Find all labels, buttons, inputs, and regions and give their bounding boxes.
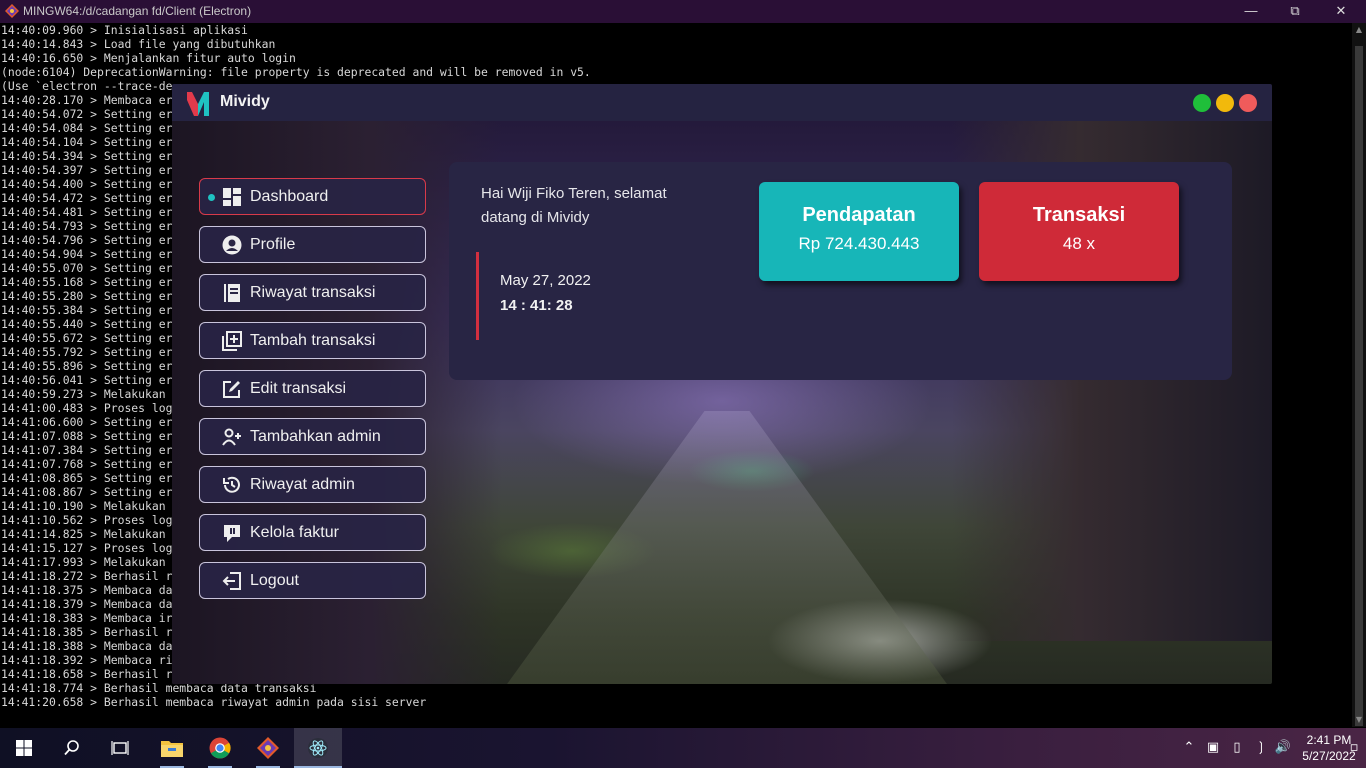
mividy-app-window: Mividy Dashboard Profile Riwayat transak… xyxy=(172,84,1272,684)
nav-label-kelola-faktur: Kelola faktur xyxy=(250,524,339,541)
terminal-line: 14:40:14.843 > Load file yang dibutuhkan xyxy=(1,37,276,51)
current-time: 14 : 41: 28 xyxy=(500,297,573,314)
invoice-icon xyxy=(224,525,240,542)
card-title: Pendapatan xyxy=(802,204,916,226)
terminal-line: 14:40:16.650 > Menjalankan fitur auto lo… xyxy=(1,51,296,65)
user-plus-icon xyxy=(222,428,241,446)
logout-icon xyxy=(222,572,241,590)
terminal-scrollbar[interactable]: ▲ ▼ xyxy=(1352,23,1366,727)
book-icon xyxy=(224,284,240,302)
active-indicator xyxy=(208,194,215,201)
start-button[interactable] xyxy=(0,728,48,768)
app-title: Mividy xyxy=(220,93,270,110)
nav-label-dashboard: Dashboard xyxy=(250,188,329,205)
nav-riwayat-admin[interactable]: Riwayat admin xyxy=(199,466,426,503)
add-copy-icon xyxy=(222,331,242,351)
scroll-thumb[interactable] xyxy=(1355,46,1363,726)
current-date: May 27, 2022 xyxy=(500,272,591,289)
card-value: Rp 724.430.443 xyxy=(798,234,920,253)
scroll-up-icon[interactable]: ▲ xyxy=(1352,23,1366,37)
nav-logout[interactable]: Logout xyxy=(199,562,426,599)
nav-label-logout: Logout xyxy=(250,572,299,589)
card-value: 48 x xyxy=(1062,234,1096,253)
nav-label-profile: Profile xyxy=(250,236,296,253)
nav-riwayat-transaksi[interactable]: Riwayat transaksi xyxy=(199,274,426,311)
chrome-icon xyxy=(209,737,231,759)
maximize-button[interactable]: ⧉ xyxy=(1272,0,1318,23)
nav-label-tambah-transaksi: Tambah transaksi xyxy=(250,332,376,349)
terminal-titlebar[interactable]: MINGW64:/d/cadangan fd/Client (Electron)… xyxy=(0,0,1366,23)
nav-label-riwayat-transaksi: Riwayat transaksi xyxy=(250,284,376,301)
nav-label-riwayat-admin: Riwayat admin xyxy=(250,476,355,493)
greeting-text: Hai Wiji Fiko Teren, selamat datang di M… xyxy=(481,185,667,226)
notification-icon[interactable]: ▫ xyxy=(1344,738,1364,758)
mividy-logo-icon xyxy=(187,92,209,116)
task-view-button[interactable] xyxy=(96,728,144,768)
history-icon xyxy=(223,476,240,493)
task-view-icon xyxy=(111,741,129,755)
app-header[interactable]: Mividy xyxy=(172,84,1272,121)
volume-icon[interactable]: 🔊 xyxy=(1273,738,1293,758)
terminal-title: MINGW64:/d/cadangan fd/Client (Electron) xyxy=(23,4,252,18)
terminal-line: (node:6104) DeprecationWarning: file pro… xyxy=(1,65,591,79)
window-dot-red[interactable] xyxy=(1239,94,1257,112)
pendapatan-card: Pendapatan Rp 724.430.443 xyxy=(759,182,959,281)
window-dot-green[interactable] xyxy=(1193,94,1211,112)
network-icon[interactable]: ❳ xyxy=(1251,738,1271,758)
dashboard-icon xyxy=(223,188,241,206)
taskbar-chrome[interactable] xyxy=(196,728,244,768)
camera-icon[interactable]: ▣ xyxy=(1203,738,1223,758)
edit-icon xyxy=(223,381,240,398)
electron-icon xyxy=(308,738,328,758)
close-button[interactable]: ✕ xyxy=(1318,0,1364,23)
nav-label-edit-transaksi: Edit transaksi xyxy=(250,380,347,397)
git-icon xyxy=(257,737,279,759)
taskbar-electron[interactable] xyxy=(294,728,342,768)
terminal-line: 14:40:09.960 > Inisialisasi aplikasi xyxy=(1,23,248,37)
dashboard-panel: Hai Wiji Fiko Teren, selamat datang di M… xyxy=(449,162,1232,380)
git-bash-icon xyxy=(5,4,19,18)
windows-taskbar: ⌃ ▣ ▯ ❳ 🔊 2:41 PM 5/27/2022 ▫ xyxy=(0,728,1366,768)
nav-tambah-transaksi[interactable]: Tambah transaksi xyxy=(199,322,426,359)
search-button[interactable] xyxy=(48,728,96,768)
window-dot-yellow[interactable] xyxy=(1216,94,1234,112)
show-hidden-icons-icon[interactable]: ⌃ xyxy=(1179,738,1199,758)
scroll-down-icon[interactable]: ▼ xyxy=(1352,713,1366,727)
nav-label-tambahkan-admin: Tambahkan admin xyxy=(250,428,381,445)
nav-dashboard[interactable]: Dashboard xyxy=(199,178,426,215)
datetime-accent-bar xyxy=(476,252,479,340)
card-title: Transaksi xyxy=(1032,204,1126,226)
nav-tambahkan-admin[interactable]: Tambahkan admin xyxy=(199,418,426,455)
minimize-button[interactable]: — xyxy=(1228,0,1274,23)
folder-icon xyxy=(161,741,183,757)
nav-profile[interactable]: Profile xyxy=(199,226,426,263)
search-icon xyxy=(64,740,79,756)
nav-kelola-faktur[interactable]: Kelola faktur xyxy=(199,514,426,551)
transaksi-card: Transaksi 48 x xyxy=(979,182,1179,281)
nav-edit-transaksi[interactable]: Edit transaksi xyxy=(199,370,426,407)
windows-icon xyxy=(16,740,32,756)
battery-icon[interactable]: ▯ xyxy=(1227,738,1247,758)
taskbar-git-bash[interactable] xyxy=(244,728,292,768)
taskbar-file-explorer[interactable] xyxy=(148,728,196,768)
terminal-line: 14:41:20.658 > Berhasil membaca riwayat … xyxy=(1,695,427,709)
user-circle-icon xyxy=(222,235,242,255)
